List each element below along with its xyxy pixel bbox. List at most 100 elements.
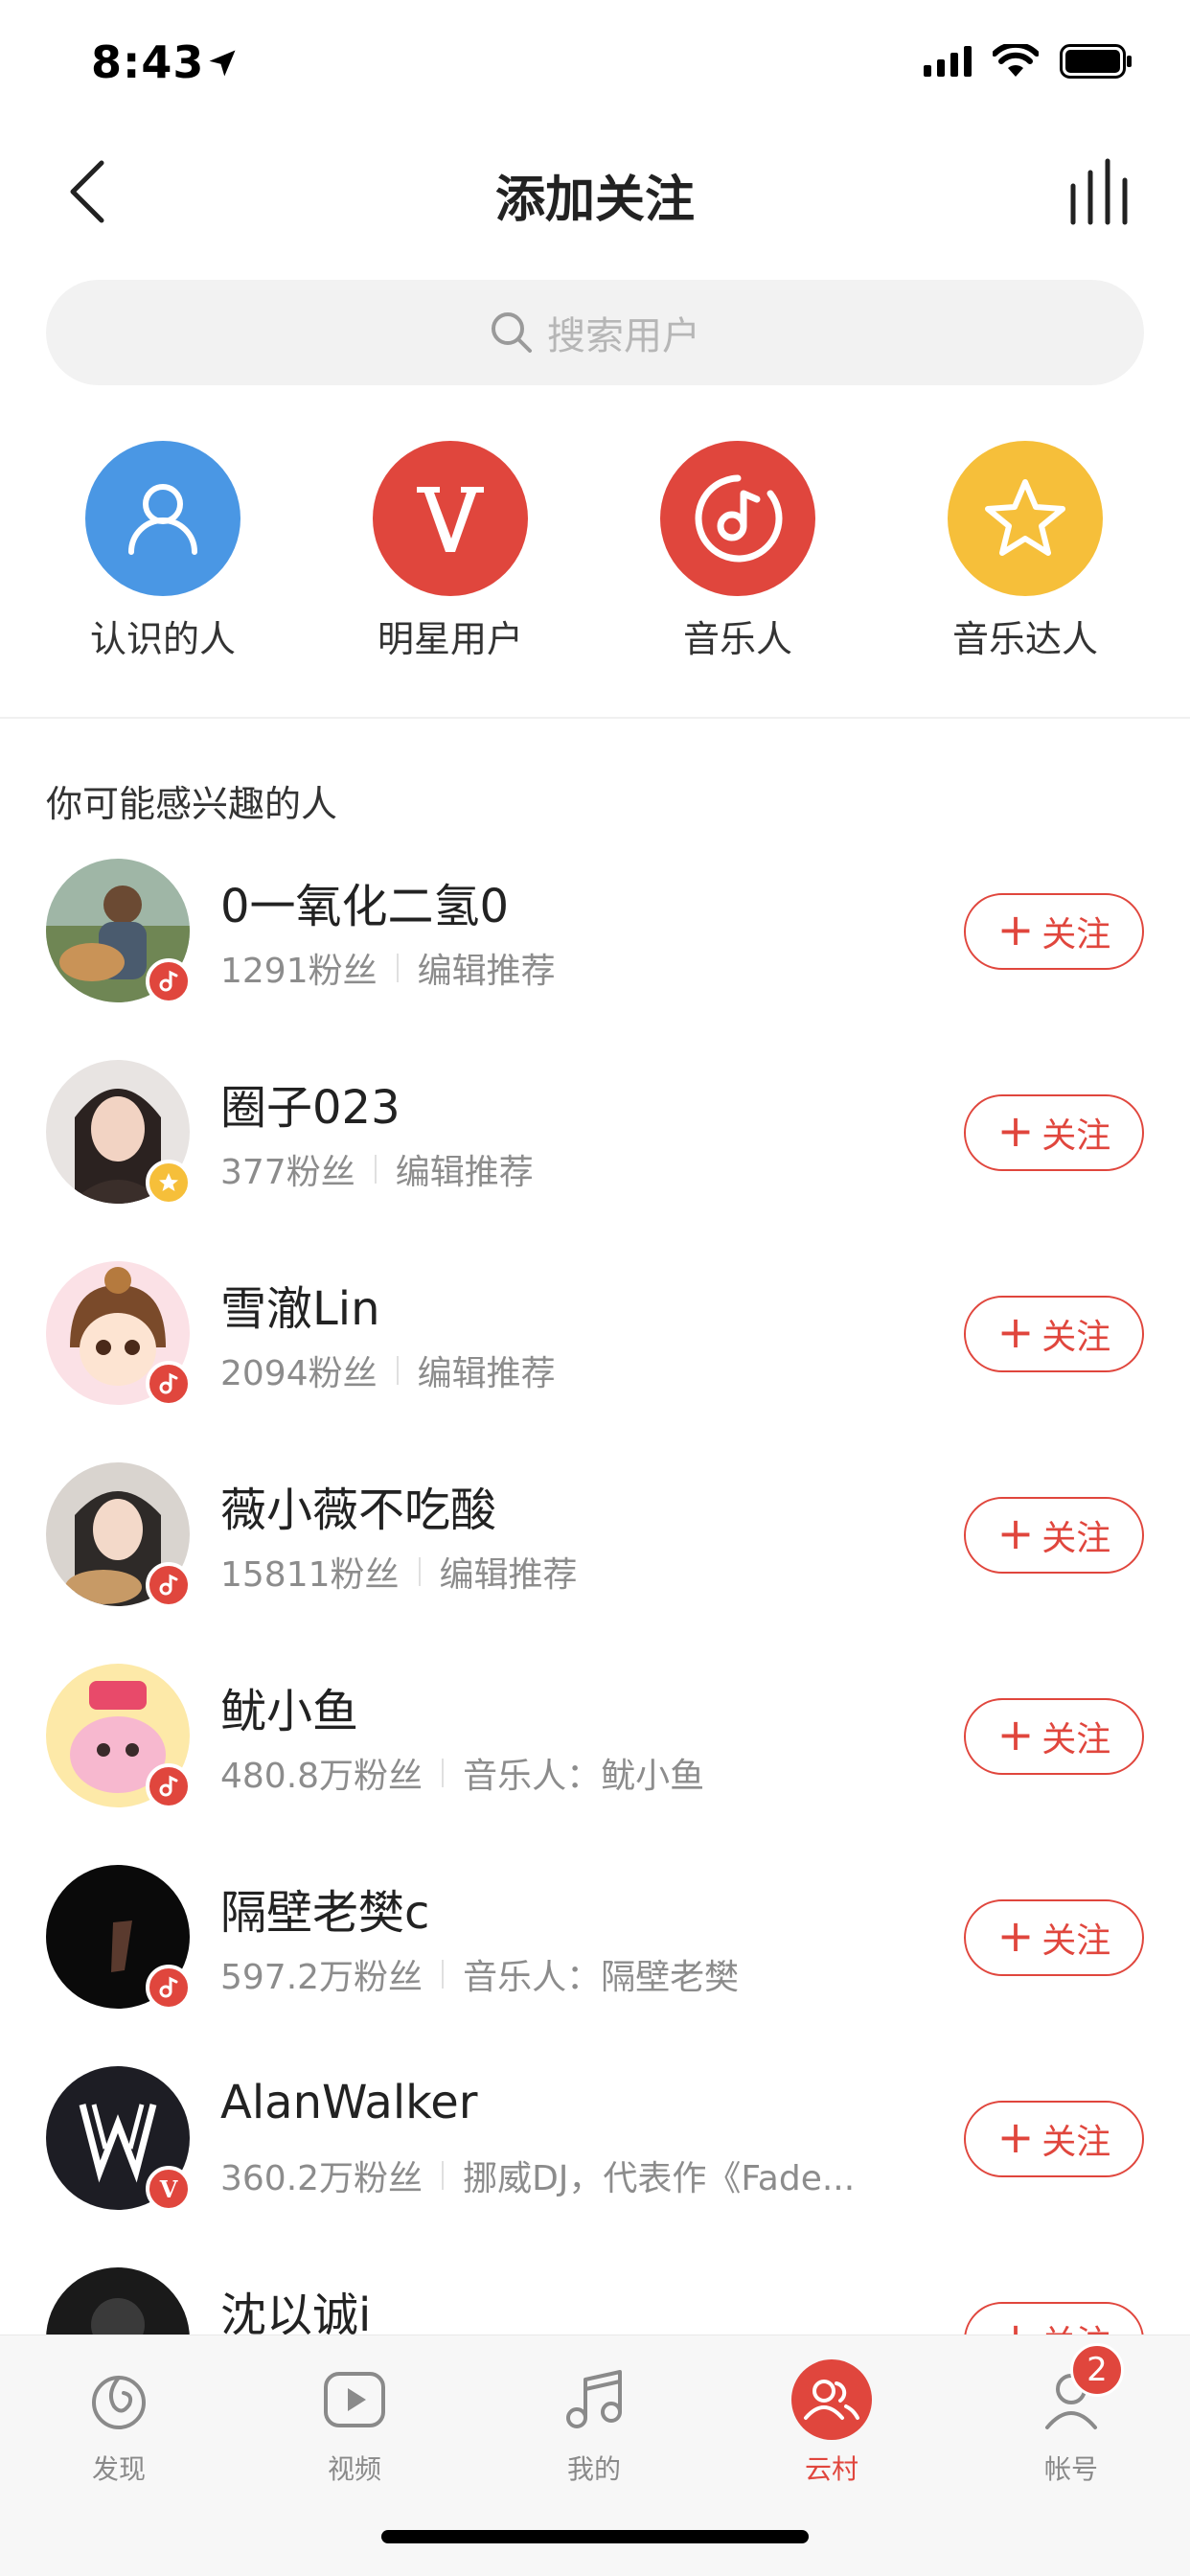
list-item[interactable]: 隔壁老樊c 597.2万粉丝 音乐人：隔壁老樊 + 关注	[0, 1865, 1190, 2066]
tab-mine[interactable]: 我的	[517, 2357, 671, 2487]
plus-icon: +	[996, 1709, 1035, 1760]
category-acquaintances[interactable]: 认识的人	[48, 441, 278, 662]
user-description: 音乐人：鱿小鱼	[463, 1757, 705, 1796]
musician-badge-icon	[146, 1562, 192, 1608]
follow-button[interactable]: + 关注	[964, 1497, 1144, 1574]
follow-label: 关注	[1041, 1519, 1111, 1558]
avatar-wrap	[46, 1865, 192, 2011]
ranking-chart-icon[interactable]	[1067, 157, 1140, 226]
category-stars[interactable]: 明星用户	[335, 441, 565, 662]
separator	[396, 954, 399, 982]
follow-button[interactable]: + 关注	[964, 1899, 1144, 1976]
fans-count: 1291粉丝	[220, 952, 378, 991]
fans-count: 597.2万粉丝	[220, 1958, 423, 1997]
community-icon	[789, 2357, 875, 2443]
plus-icon: +	[996, 1507, 1035, 1559]
user-name: 鱿小鱼	[220, 1685, 359, 1738]
user-name: 0一氧化二氢0	[220, 880, 510, 933]
tab-community[interactable]: 云村	[755, 2357, 908, 2487]
plus-icon: +	[996, 1306, 1035, 1358]
search-input[interactable]: 搜索用户	[46, 280, 1144, 385]
user-description: 编辑推荐	[439, 1555, 578, 1595]
list-item[interactable]: 圈子023 377粉丝 编辑推荐 + 关注	[0, 1060, 1190, 1261]
category-music-experts[interactable]: 音乐达人	[910, 441, 1140, 662]
plus-icon: +	[996, 1910, 1035, 1962]
category-musicians[interactable]: 音乐人	[623, 441, 853, 662]
list-item[interactable]: 鱿小鱼 480.8万粉丝 音乐人：鱿小鱼 + 关注	[0, 1664, 1190, 1865]
category-label: 明星用户	[377, 618, 523, 660]
user-meta: 597.2万粉丝 音乐人：隔壁老樊	[220, 1949, 739, 1999]
follow-label: 关注	[1041, 1921, 1111, 1961]
musician-badge-icon	[146, 1763, 192, 1809]
fans-count: 15811粉丝	[220, 1555, 400, 1595]
account-icon: 2	[1028, 2343, 1124, 2443]
fans-count: 377粉丝	[220, 1153, 355, 1192]
category-label: 音乐达人	[951, 618, 1098, 660]
tab-label: 视频	[327, 2453, 381, 2485]
follow-button[interactable]: + 关注	[964, 1698, 1144, 1775]
user-name: 薇小薇不吃酸	[220, 1484, 497, 1537]
follow-label: 关注	[1041, 1318, 1111, 1357]
fans-count: 480.8万粉丝	[220, 1757, 423, 1796]
plus-icon: +	[996, 1105, 1035, 1157]
separator	[396, 1356, 399, 1385]
notification-badge: 2	[1070, 2343, 1124, 2397]
separator	[442, 1960, 445, 1989]
search-icon	[492, 312, 532, 353]
expert-badge-icon	[146, 1160, 192, 1206]
tab-label: 云村	[804, 2453, 858, 2485]
user-meta: 15811粉丝 编辑推荐	[220, 1547, 578, 1597]
list-item[interactable]: 0一氧化二氢0 1291粉丝 编辑推荐 + 关注	[0, 859, 1190, 1060]
user-meta: 2094粉丝 编辑推荐	[220, 1346, 556, 1395]
fans-count: 360.2万粉丝	[220, 2159, 423, 2198]
tab-video[interactable]: 视频	[278, 2357, 431, 2487]
list-item[interactable]: 薇小薇不吃酸 15811粉丝 编辑推荐 + 关注	[0, 1462, 1190, 1664]
battery-icon	[1060, 44, 1132, 79]
divider	[0, 717, 1190, 719]
user-description: 挪威DJ，代表作《Fade...	[463, 2159, 856, 2198]
follow-button[interactable]: + 关注	[964, 893, 1144, 970]
user-description: 编辑推荐	[417, 1354, 556, 1393]
user-description: 编辑推荐	[395, 1153, 534, 1192]
follow-label: 关注	[1041, 915, 1111, 954]
verified-badge-letter: V	[159, 2174, 178, 2203]
musician-badge-icon	[146, 1361, 192, 1407]
follow-button[interactable]: + 关注	[964, 1296, 1144, 1372]
follow-label: 关注	[1041, 1116, 1111, 1156]
category-label: 认识的人	[89, 618, 236, 660]
tab-label: 我的	[566, 2453, 621, 2485]
avatar-wrap	[46, 1060, 192, 1206]
tab-discover[interactable]: 发现	[42, 2357, 195, 2487]
user-name: 圈子023	[220, 1081, 400, 1135]
nav-header: 添加关注	[0, 134, 1190, 249]
category-label: 音乐人	[682, 618, 792, 660]
status-time: 8:43	[91, 36, 205, 88]
cellular-signal-icon	[924, 46, 972, 77]
musician-badge-icon	[146, 1965, 192, 2011]
user-description: 编辑推荐	[417, 952, 556, 991]
video-icon	[311, 2357, 398, 2443]
tab-label: 帐号	[1043, 2453, 1098, 2485]
discover-icon	[76, 2357, 162, 2443]
list-item[interactable]: V AlanWalker 360.2万粉丝 挪威DJ，代表作《Fade... +…	[0, 2066, 1190, 2267]
category-shortcuts: 认识的人 明星用户 音乐人 音乐达人	[0, 441, 1190, 671]
person-icon	[85, 441, 240, 596]
wifi-icon	[993, 44, 1039, 77]
user-name: 隔壁老樊c	[220, 1886, 430, 1940]
tab-account[interactable]: 2 帐号	[995, 2343, 1148, 2487]
avatar-wrap	[46, 1664, 192, 1809]
follow-button[interactable]: + 关注	[964, 2101, 1144, 2177]
list-item[interactable]: 雪澈Lin 2094粉丝 编辑推荐 + 关注	[0, 1261, 1190, 1462]
avatar-wrap	[46, 1261, 192, 1407]
search-placeholder: 搜索用户	[547, 314, 700, 358]
follow-button[interactable]: + 关注	[964, 1094, 1144, 1171]
user-name: AlanWalker	[220, 2076, 478, 2129]
follow-label: 关注	[1041, 2123, 1111, 2162]
user-meta: 377粉丝 编辑推荐	[220, 1144, 534, 1194]
user-meta: 480.8万粉丝 音乐人：鱿小鱼	[220, 1748, 704, 1798]
separator	[374, 1155, 377, 1184]
music-icon	[551, 2357, 637, 2443]
plus-icon: +	[996, 904, 1035, 955]
user-meta: 1291粉丝 编辑推荐	[220, 943, 556, 993]
verified-badge-icon: V	[146, 2166, 192, 2212]
